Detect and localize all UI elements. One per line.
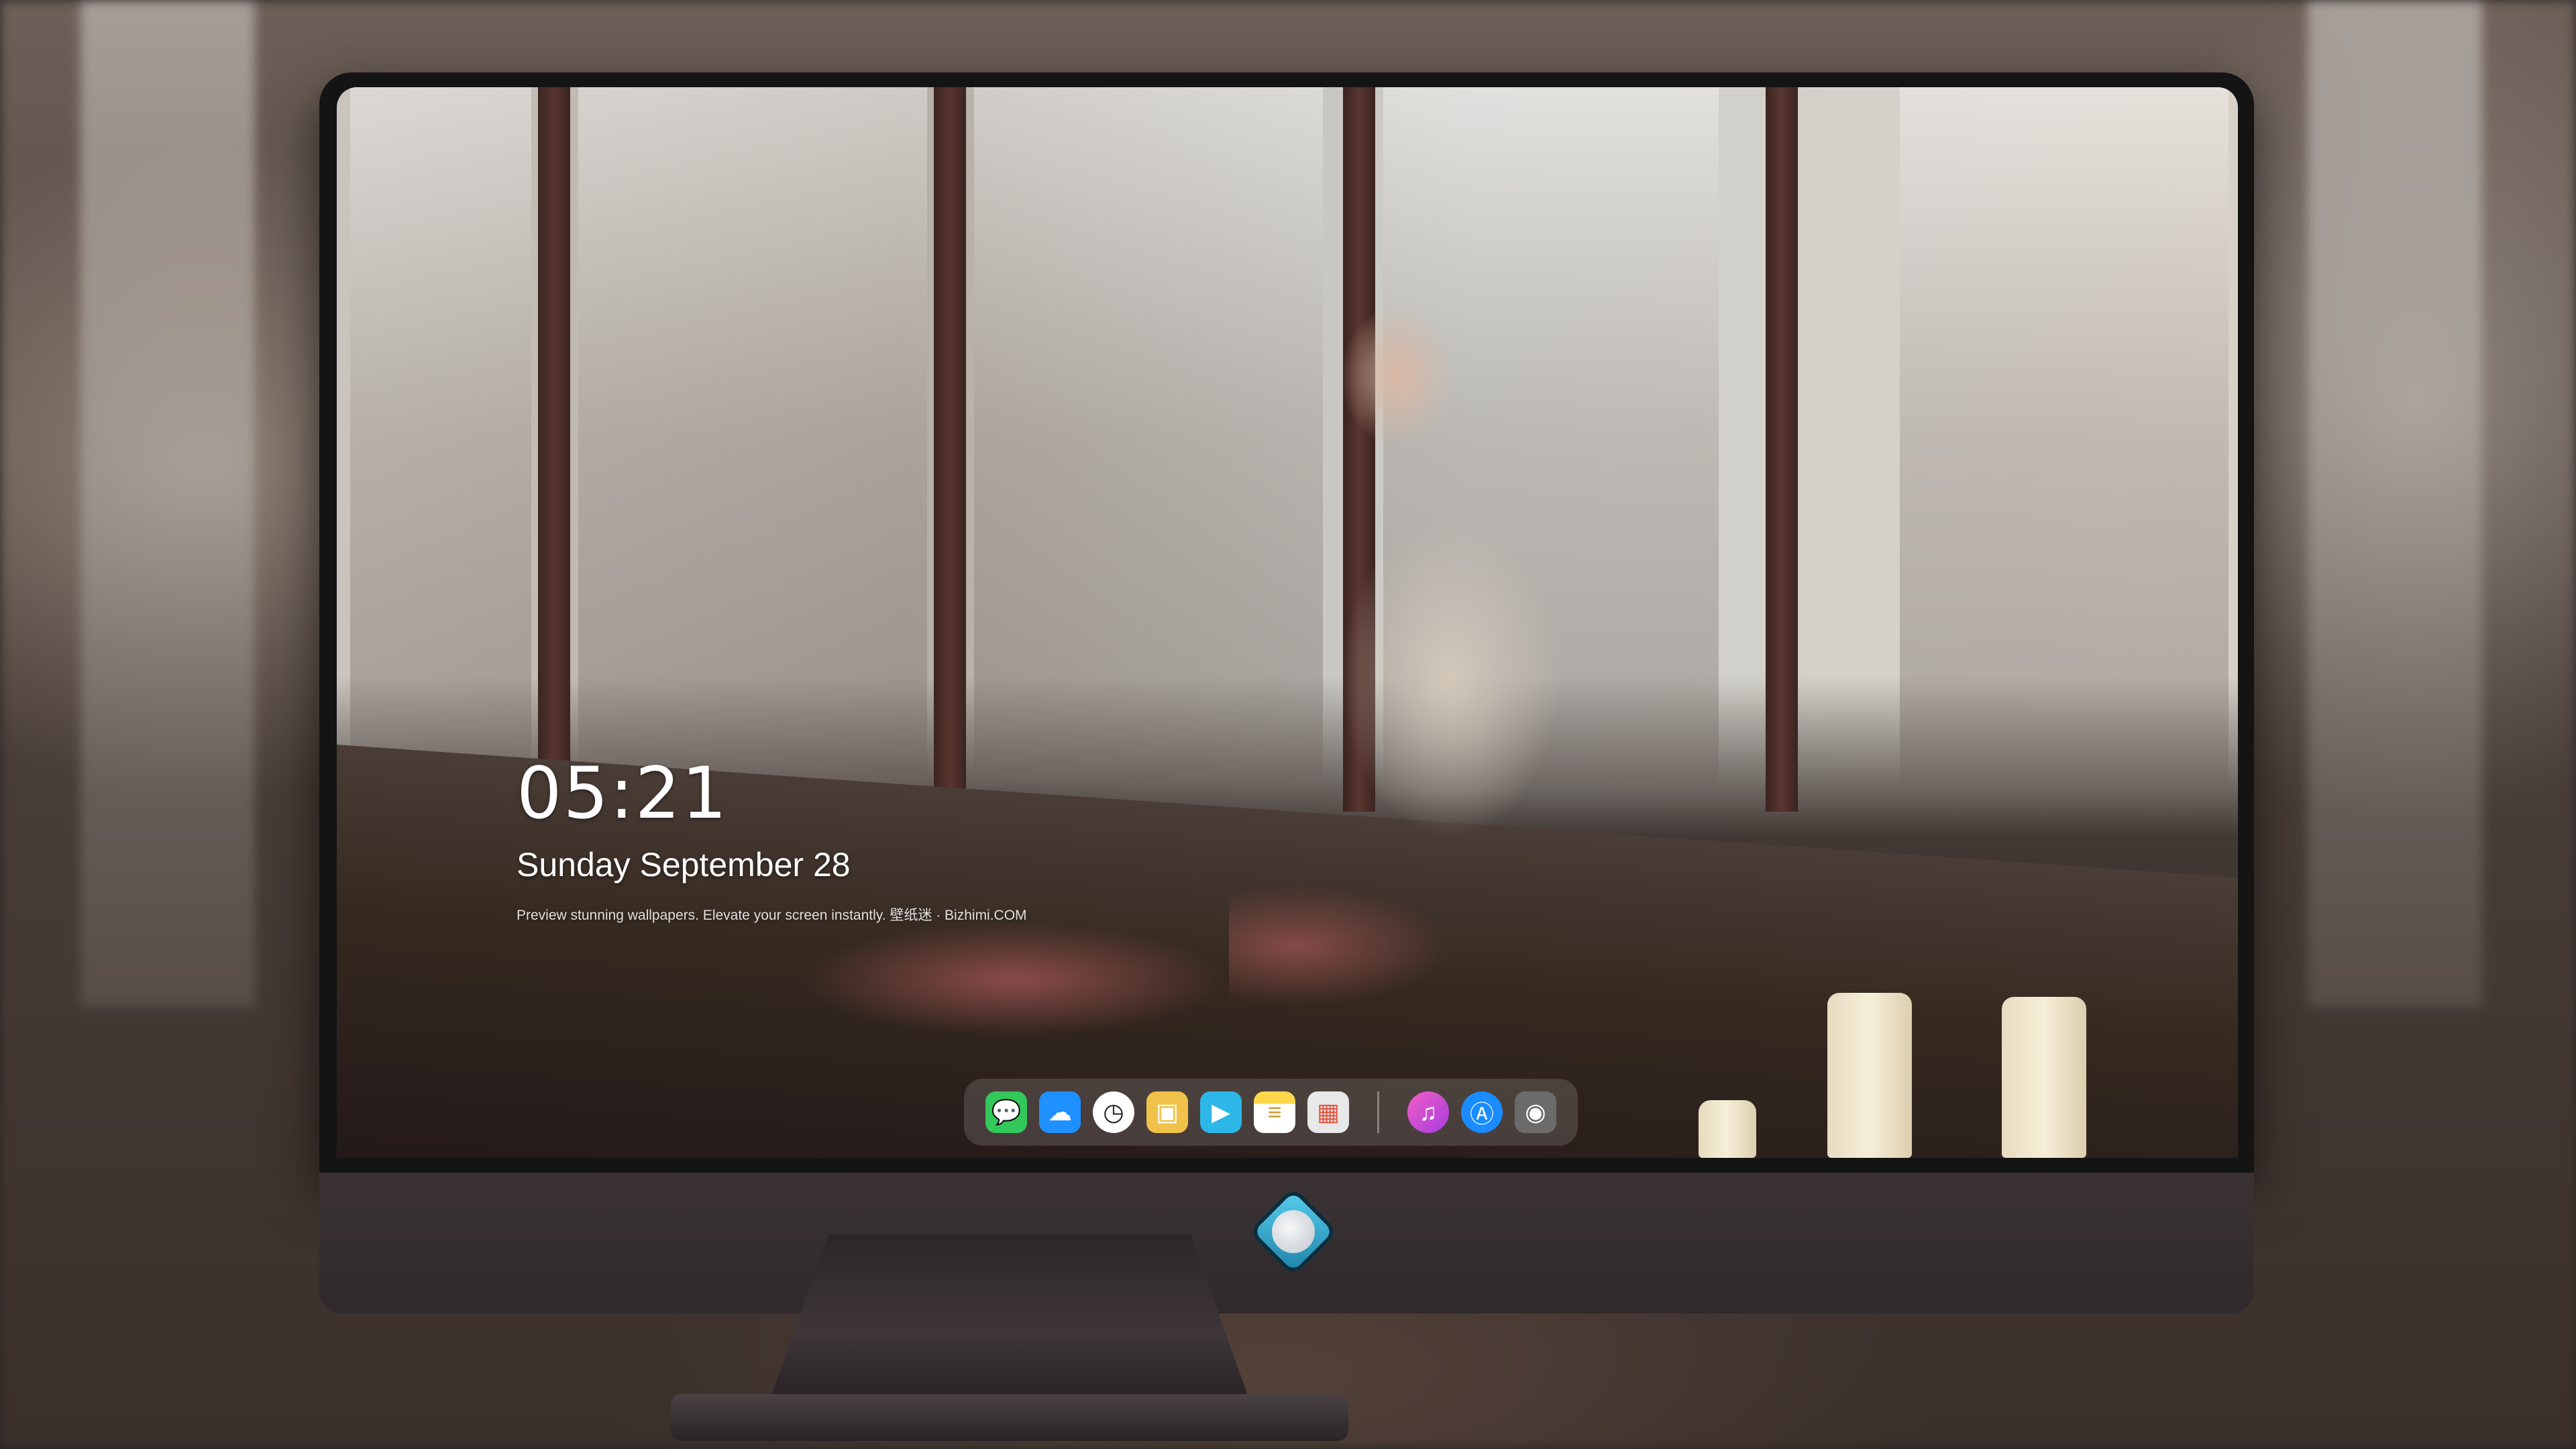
wallpaper-tagline: Preview stunning wallpapers. Elevate you…: [517, 908, 1027, 923]
wallpaper-window-frame: [1766, 87, 1798, 812]
wallpaper-window-glass: [578, 87, 927, 785]
monitor-bezel: 05:21 Sunday September 28 Preview stunni…: [319, 72, 2254, 1173]
clips-icon[interactable]: ▶: [1200, 1091, 1242, 1133]
clock-date: Sunday September 28: [517, 846, 851, 883]
monitor-stand: [771, 1234, 1248, 1395]
clock-time: 05:21: [517, 752, 729, 835]
preview-icon[interactable]: ▣: [1146, 1091, 1188, 1133]
monitor-stand-base: [671, 1394, 1348, 1441]
dock-separator: [1377, 1091, 1379, 1133]
weather-icon[interactable]: ☁: [1039, 1091, 1081, 1133]
background-window-pane: [2308, 0, 2482, 1006]
photos-icon[interactable]: ▦: [1307, 1091, 1349, 1133]
lock-clock-widget: 05:21 Sunday September 28 Preview stunni…: [517, 758, 1027, 924]
desktop-screen: 05:21 Sunday September 28 Preview stunni…: [337, 87, 2238, 1158]
wallpaper-window-frame: [538, 87, 570, 812]
background-window-pane: [80, 0, 255, 1006]
app-store-icon[interactable]: Ⓐ: [1461, 1091, 1503, 1133]
wallpaper-window-frame: [934, 87, 966, 812]
notes-icon[interactable]: ≡: [1254, 1091, 1295, 1133]
wallpaper-candle: [2002, 997, 2086, 1158]
monitor: 05:21 Sunday September 28 Preview stunni…: [319, 72, 2254, 1313]
wallpaper-window-glass: [350, 87, 531, 785]
wallpaper-candle: [1827, 993, 1912, 1158]
clock-icon[interactable]: ◷: [1093, 1091, 1134, 1133]
wallpaper-window-glass: [1900, 87, 2229, 785]
dock: 💬 ☁ ◷ ▣ ▶ ≡ ▦ ♫ Ⓐ ◉: [964, 1079, 1578, 1146]
music-icon[interactable]: ♫: [1407, 1091, 1449, 1133]
wallpaper-candle: [1699, 1100, 1756, 1158]
brand-logo-mascot: [1272, 1210, 1315, 1253]
messages-icon[interactable]: 💬: [985, 1091, 1027, 1133]
camera-icon[interactable]: ◉: [1515, 1091, 1556, 1133]
